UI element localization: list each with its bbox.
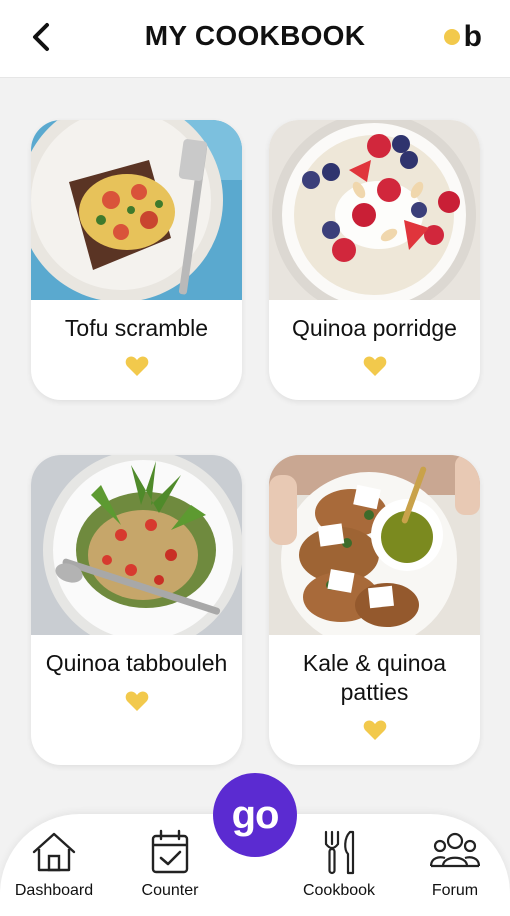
home-icon bbox=[32, 832, 76, 872]
recipe-photo bbox=[269, 120, 480, 300]
brand-logo: b bbox=[443, 20, 482, 54]
nav-label: Cookbook bbox=[302, 882, 376, 899]
go-button[interactable]: go bbox=[213, 773, 297, 857]
page-title: MY COOKBOOK bbox=[144, 20, 366, 51]
recipe-card[interactable]: Kale & quinoa patties bbox=[269, 455, 480, 765]
recipe-name: Tofu scramble bbox=[64, 315, 209, 341]
heart-icon[interactable] bbox=[125, 690, 149, 712]
fork-knife-icon bbox=[324, 830, 355, 875]
nav-dashboard[interactable]: Dashboard bbox=[4, 828, 104, 900]
heart-icon[interactable] bbox=[125, 355, 149, 377]
app-header: MY COOKBOOK b bbox=[0, 0, 510, 78]
heart-icon[interactable] bbox=[363, 719, 387, 741]
nav-counter[interactable]: Counter bbox=[120, 828, 220, 900]
nav-label: Dashboard bbox=[14, 882, 94, 899]
nav-label: Counter bbox=[141, 882, 199, 899]
heart-icon[interactable] bbox=[363, 355, 387, 377]
nav-cookbook[interactable]: Cookbook bbox=[289, 828, 389, 900]
recipe-photo bbox=[31, 120, 242, 300]
recipe-card[interactable]: Quinoa tabbouleh bbox=[31, 455, 242, 765]
recipe-photo bbox=[269, 455, 480, 635]
users-icon bbox=[430, 832, 480, 868]
recipe-photo bbox=[31, 455, 242, 635]
recipe-name: Quinoa tabbouleh bbox=[45, 650, 228, 676]
logo-letter: b bbox=[463, 20, 482, 53]
calendar-check-icon bbox=[151, 829, 189, 874]
nav-forum[interactable]: Forum bbox=[405, 828, 505, 900]
recipe-name: Quinoa porridge bbox=[292, 315, 457, 341]
recipe-card[interactable]: Tofu scramble bbox=[31, 120, 242, 400]
recipe-card[interactable]: Quinoa porridge bbox=[269, 120, 480, 400]
recipe-name: Kale & quinoa patties bbox=[302, 650, 447, 705]
logo-dot-icon bbox=[443, 29, 460, 45]
nav-label: Forum bbox=[431, 882, 479, 899]
